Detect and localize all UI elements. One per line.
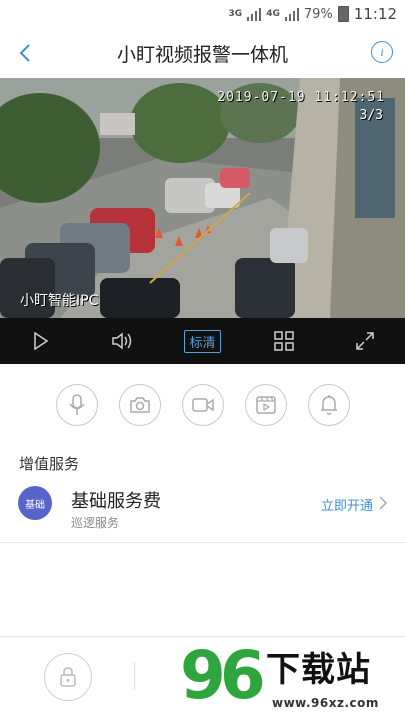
grid-view-button[interactable] xyxy=(264,321,304,361)
status-bar: 3G 4G 79% 11:12 xyxy=(0,0,405,28)
snapshot-button[interactable] xyxy=(118,384,161,426)
quality-button[interactable]: 标清 xyxy=(183,321,223,361)
battery-percent: 79% xyxy=(303,6,333,22)
alarm-bell-icon xyxy=(320,395,337,415)
quality-label: 标清 xyxy=(184,329,221,353)
info-button[interactable]: i xyxy=(371,41,393,63)
alarm-button[interactable] xyxy=(307,384,350,426)
app-header: 小盯视频报警一体机 i xyxy=(0,28,405,78)
playback-button[interactable] xyxy=(244,384,287,426)
camera-name: 小盯智能IPC xyxy=(20,293,99,309)
camera-icon xyxy=(129,397,150,413)
chevron-left-icon xyxy=(19,44,30,62)
activate-now-link[interactable]: 立即开通 xyxy=(321,495,373,514)
watermark-url: www.96xz.com xyxy=(272,696,379,710)
network-type-1: 3G xyxy=(228,9,243,19)
divider xyxy=(134,662,135,690)
watermark-text: 下载站 xyxy=(266,650,371,690)
signal-icon xyxy=(247,7,262,21)
network-type-2: 4G xyxy=(266,9,280,19)
section-title-value-added: 增值服务 xyxy=(19,455,80,473)
microphone-icon xyxy=(68,394,85,415)
lock-icon xyxy=(60,667,76,687)
play-icon xyxy=(33,332,48,350)
playback-icon xyxy=(255,396,276,414)
fullscreen-icon xyxy=(355,332,374,350)
volume-icon xyxy=(111,332,131,350)
service-badge: 基础 xyxy=(18,486,52,520)
service-name: 基础服务费 xyxy=(71,491,161,512)
record-button[interactable] xyxy=(181,384,224,426)
lock-button[interactable] xyxy=(44,653,92,701)
volume-button[interactable] xyxy=(102,321,142,361)
signal-icon xyxy=(284,7,299,21)
service-subtitle: 巡逻服务 xyxy=(71,516,120,530)
page-title: 小盯视频报警一体机 xyxy=(116,43,288,66)
action-row xyxy=(0,384,405,428)
battery-icon xyxy=(337,6,349,22)
watermark-number: 96 xyxy=(180,637,266,714)
watermark-logo: 96 下载站 www.96xz.com xyxy=(180,638,405,720)
video-timestamp: 2019-07-19 11:12:51 xyxy=(217,90,385,105)
service-item[interactable]: 基础 基础服务费 巡逻服务 立即开通 xyxy=(0,478,405,542)
video-player[interactable]: 2019-07-19 11:12:51 3/3 小盯智能IPC xyxy=(0,78,405,318)
video-record-icon xyxy=(191,398,214,412)
grid-icon xyxy=(273,331,294,351)
channel-counter: 3/3 xyxy=(359,108,383,123)
video-frame xyxy=(0,78,405,318)
talk-button[interactable] xyxy=(55,384,98,426)
clock: 11:12 xyxy=(353,5,397,23)
info-icon: i xyxy=(380,44,384,59)
play-button[interactable] xyxy=(21,321,61,361)
divider xyxy=(0,542,405,543)
video-controls: 标清 xyxy=(0,318,405,364)
fullscreen-button[interactable] xyxy=(345,321,385,361)
chevron-right-icon xyxy=(379,496,388,510)
back-button[interactable] xyxy=(10,38,40,68)
